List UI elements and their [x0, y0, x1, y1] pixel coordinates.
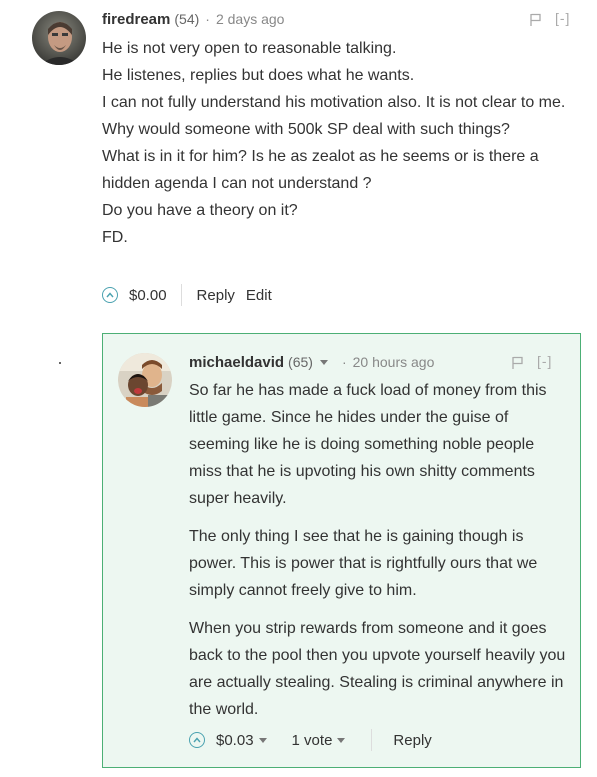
divider — [180, 284, 182, 306]
collapse-toggle[interactable]: [-] — [555, 10, 570, 26]
reply-button[interactable]: Reply — [197, 287, 235, 304]
stray-mark — [59, 362, 61, 364]
author-name[interactable]: firedream — [102, 11, 170, 28]
author-reputation: (65) — [288, 354, 313, 370]
caret-down-icon[interactable] — [258, 737, 267, 743]
comment-thread: firedream (54) · 2 days ago [-] He is not v… — [0, 0, 597, 777]
comment-body: So far he has made a fuck load of money … — [189, 377, 569, 723]
reply-button[interactable]: Reply — [393, 732, 431, 749]
body-line: Why would someone with 500k SP deal with… — [102, 121, 510, 138]
edit-button[interactable]: Edit — [246, 287, 272, 304]
body-paragraph: So far he has made a fuck load of money … — [189, 382, 547, 507]
caret-down-icon[interactable] — [337, 737, 346, 743]
upvote-icon[interactable] — [189, 732, 205, 748]
comment-header: michaeldavid (65) · 20 hours ago — [189, 352, 434, 373]
comment-footer: $0.03 1 vote Reply — [189, 728, 432, 752]
payout-value[interactable]: $0.00 — [129, 287, 167, 304]
body-paragraph: When you strip rewards from someone and … — [189, 620, 566, 718]
comment-header: firedream (54) · 2 days ago — [102, 9, 284, 30]
upvote-icon[interactable] — [102, 287, 118, 303]
body-line: What is in it for him? Is he as zealot a… — [102, 148, 539, 192]
comment-footer: $0.00 Reply Edit — [102, 283, 272, 307]
timestamp[interactable]: 20 hours ago — [353, 354, 435, 370]
body-line: He is not very open to reasonable talkin… — [102, 40, 397, 57]
body-paragraph: The only thing I see that he is gaining … — [189, 528, 538, 599]
caret-down-icon[interactable] — [319, 360, 328, 366]
author-name[interactable]: michaeldavid — [189, 354, 284, 371]
flag-icon[interactable] — [511, 356, 525, 370]
vote-count[interactable]: 1 vote — [292, 732, 333, 749]
meta-separator: · — [341, 354, 347, 370]
body-line: Do you have a theory on it? — [102, 202, 298, 219]
divider — [371, 729, 373, 751]
collapse-toggle[interactable]: [-] — [537, 353, 552, 369]
payout-value[interactable]: $0.03 — [216, 732, 254, 749]
meta-separator: · — [205, 11, 210, 27]
avatar[interactable] — [32, 11, 86, 65]
body-line: I can not fully understand his motivatio… — [102, 94, 566, 111]
body-line: He listenes, replies but does what he wa… — [102, 67, 415, 84]
flag-icon[interactable] — [529, 13, 543, 27]
avatar[interactable] — [118, 353, 172, 407]
timestamp[interactable]: 2 days ago — [216, 11, 285, 27]
body-line: FD. — [102, 229, 128, 246]
comment-body: He is not very open to reasonable talkin… — [102, 35, 572, 251]
author-reputation: (54) — [174, 11, 200, 27]
